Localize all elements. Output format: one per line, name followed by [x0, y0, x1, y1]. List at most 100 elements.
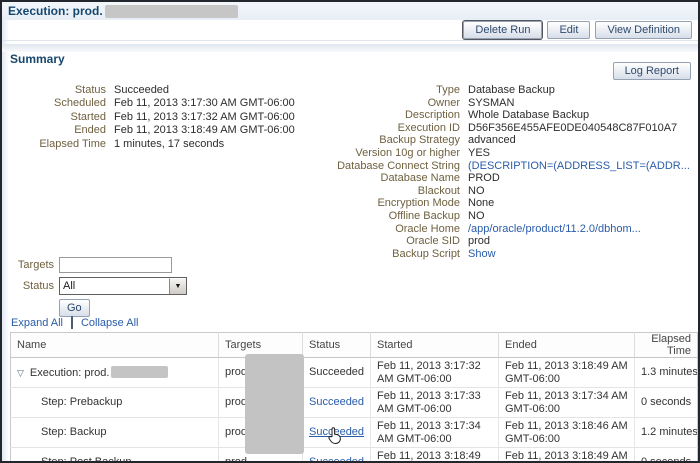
targets-filter-label: Targets — [17, 259, 54, 271]
chevron-down-icon[interactable]: ▼ — [169, 278, 186, 294]
row-elapsed: 1.3 minutes — [641, 366, 698, 379]
field-value: NO — [468, 209, 485, 222]
oracle-home-link[interactable]: /app/oracle/product/11.2.0/dbhom... — [468, 223, 641, 236]
column-header-elapsed-time: Elapsed Time — [634, 332, 698, 358]
row-started: Feb 11, 2013 3:17:34 AM GMT-06:00 — [370, 417, 499, 448]
log-report-button[interactable]: Log Report — [612, 62, 691, 80]
summary-heading: Summary — [10, 52, 65, 66]
field-value: Whole Database Backup — [468, 109, 590, 122]
title-bar: Execution: prod. — [2, 2, 698, 20]
field-value: prod — [468, 235, 491, 248]
table-row: Step: Prebackup prod. Succeeded Feb 11, … — [10, 387, 698, 418]
collapse-triangle-icon[interactable]: ▽ — [17, 368, 24, 378]
row-status: Succeeded — [302, 357, 371, 388]
section-header-band — [2, 44, 698, 52]
field-value: Feb 11, 2013 3:17:32 AM GMT-06:00 — [114, 110, 295, 123]
field-value: Succeeded — [114, 84, 170, 96]
database-connect-string-link[interactable]: (DESCRIPTION=(ADDRESS_LIST=(ADDR... — [468, 160, 690, 173]
field-value: 1 minutes, 17 seconds — [114, 137, 225, 150]
column-header-started: Started — [370, 332, 499, 358]
redacted-text — [245, 354, 304, 454]
field-label: Version 10g or higher — [355, 146, 460, 159]
field-label: Started — [70, 110, 106, 123]
collapse-all-link[interactable]: Collapse All — [81, 317, 138, 329]
field-label: Database Connect String — [337, 159, 460, 172]
column-header-ended: Ended — [498, 332, 635, 358]
row-elapsed: 0 seconds — [634, 447, 698, 461]
execution-detail-page: Execution: prod. Delete Run Edit View De… — [0, 0, 700, 463]
status-succeeded-link[interactable]: Succeeded — [309, 396, 364, 408]
field-value: Feb 11, 2013 3:17:30 AM GMT-06:00 — [114, 97, 295, 110]
row-ended: Feb 11, 2013 3:17:34 AM GMT-06:00 — [498, 387, 635, 418]
field-value: Feb 11, 2013 3:18:49 AM GMT-06:00 — [114, 124, 295, 137]
row-started: Feb 11, 2013 3:17:33 AM GMT-06:00 — [370, 387, 499, 418]
filter-panel: Targets Status All ▼ Go — [10, 257, 187, 321]
row-started: Feb 11, 2013 3:18:49 AM GMT-06:00 — [370, 447, 499, 461]
link-separator — [70, 316, 73, 329]
field-value: None — [468, 197, 495, 210]
row-ended: Feb 11, 2013 3:18:46 AM GMT-06:00 — [498, 417, 635, 448]
field-label: Database Name — [380, 172, 461, 185]
status-filter-label: Status — [22, 280, 54, 292]
summary-right-column: Type Database Backup Owner SYSMAN Descript… — [336, 84, 690, 260]
field-value: D56F356E455AFE0DE040548C87F010A7 — [468, 121, 678, 134]
field-label: Backup Script — [392, 247, 460, 260]
summary-left-column: Status Succeeded Scheduled Feb 11, 2013 3:… — [10, 84, 295, 151]
column-header-name: Name — [10, 332, 219, 358]
column-header-status: Status — [302, 332, 371, 358]
status-filter-select[interactable]: All ▼ — [59, 277, 187, 295]
field-value: NO — [468, 184, 485, 197]
table-row: Step: Backup prod. Succeeded Feb 11, 201… — [10, 417, 698, 448]
row-started: Feb 11, 2013 3:17:32 AM GMT-06:00 — [370, 357, 499, 388]
field-value: Database Backup — [468, 84, 555, 96]
field-label: Oracle SID — [406, 235, 460, 248]
targets-filter-input[interactable] — [59, 257, 172, 273]
row-elapsed: 0 seconds — [634, 387, 698, 418]
view-definition-button[interactable]: View Definition — [595, 21, 692, 39]
row-ended: Feb 11, 2013 3:18:49 AM GMT-06:00 — [498, 447, 635, 461]
field-label: Description — [404, 109, 460, 122]
execution-steps-table: Name Targets Status Started Ended Elapse… — [10, 332, 698, 463]
table-row: ▽ Execution: prod. prod. Succeeded Feb 11… — [10, 357, 698, 388]
mouse-hand-cursor — [328, 427, 341, 444]
delete-run-button[interactable]: Delete Run — [463, 21, 543, 39]
field-value: advanced — [468, 134, 516, 147]
field-value: PROD — [468, 172, 500, 185]
row-name: Step: Prebackup — [41, 396, 123, 409]
row-ended: Feb 11, 2013 3:18:49 AM GMT-06:00 — [498, 357, 635, 388]
toolbar: Delete Run Edit View Definition — [463, 21, 692, 39]
results-table-container: Name Targets Status Started Ended Elapse… — [10, 332, 698, 463]
expand-collapse-links: Expand All Collapse All — [11, 316, 138, 329]
row-name: Step: Backup — [41, 426, 107, 439]
redacted-text — [111, 365, 169, 378]
row-elapsed: 1.2 minutes — [634, 417, 698, 448]
field-value: YES — [468, 146, 491, 159]
field-label: Ended — [74, 124, 106, 137]
field-label: Type — [436, 84, 460, 96]
row-name: Execution: prod. — [29, 366, 110, 379]
row-name: Step: Post Backup — [41, 456, 132, 463]
field-label: Scheduled — [54, 97, 106, 110]
field-label: Backup Strategy — [379, 134, 460, 147]
status-filter-selected-value: All — [63, 280, 76, 292]
backup-script-show-link[interactable]: Show — [468, 248, 496, 261]
field-label: Owner — [427, 96, 460, 109]
field-value: SYSMAN — [468, 96, 515, 109]
edit-button[interactable]: Edit — [547, 21, 591, 39]
field-label: Execution ID — [397, 121, 460, 134]
field-label: Offline Backup — [388, 209, 460, 222]
status-succeeded-link[interactable]: Succeeded — [309, 456, 364, 461]
toolbar-divider — [2, 40, 698, 41]
field-label: Status — [74, 84, 106, 96]
redacted-text — [104, 4, 238, 18]
expand-all-link[interactable]: Expand All — [11, 317, 63, 329]
table-header-row: Name Targets Status Started Ended Elapse… — [10, 332, 698, 358]
table-row: Step: Post Backup prod. Succeeded Feb 11… — [10, 447, 698, 463]
go-button[interactable]: Go — [59, 299, 90, 317]
field-label: Blackout — [417, 184, 460, 197]
field-label: Oracle Home — [395, 222, 460, 235]
page-left-edge-shading — [2, 2, 9, 461]
field-label: Elapsed Time — [39, 137, 106, 150]
page-title: Execution: prod. — [8, 4, 103, 18]
field-label: Encryption Mode — [377, 197, 460, 210]
